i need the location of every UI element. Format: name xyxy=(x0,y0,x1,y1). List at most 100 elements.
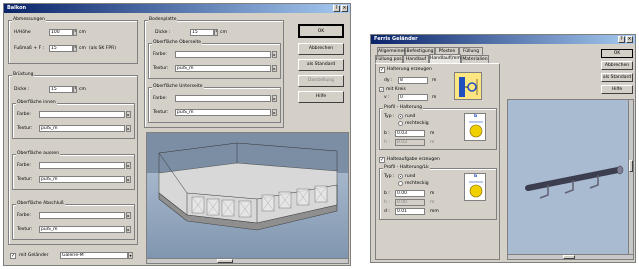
gelaender-dropdown-icon[interactable]: ▾ xyxy=(128,252,133,259)
preview-vscrollbar[interactable] xyxy=(628,100,633,255)
hoehe-input[interactable]: 100 xyxy=(49,29,73,36)
bodenplatte-dicke-input[interactable]: 15 xyxy=(190,29,214,36)
rund-radio[interactable] xyxy=(398,114,403,119)
als-standard-button[interactable]: als Standard xyxy=(298,59,344,71)
aussen-group: Oberfläche aussen Farbe: ▸ Textur: pulS_… xyxy=(12,151,135,190)
profil-halterung-lk-group: Profil - Halterung/Lk Typ : rund rechtec… xyxy=(379,165,497,220)
preview-scroll-thumb[interactable] xyxy=(217,259,233,263)
als-standard-button[interactable]: als Standard xyxy=(601,73,633,82)
rechteckig-radio[interactable] xyxy=(398,181,403,186)
aussen-farbe-input[interactable] xyxy=(39,162,125,169)
hoehe-label: H/Höhe xyxy=(14,30,31,35)
gelaender-label: mit Geländer xyxy=(19,253,49,258)
unterseite-farbe-input[interactable] xyxy=(175,95,271,102)
rund-label: rund xyxy=(405,174,416,179)
fuss-unit: cm xyxy=(79,46,86,51)
tab-materialien[interactable]: Materialien xyxy=(461,55,489,63)
b-label: b : xyxy=(384,191,390,196)
preview-scrollbar[interactable] xyxy=(147,258,348,263)
group-title: Abmessungen xyxy=(12,17,46,22)
oberseite-farbe-input[interactable] xyxy=(175,51,271,58)
textur-label: Textur: xyxy=(17,126,33,131)
hilfe-button[interactable]: Hilfe xyxy=(298,91,344,103)
gelaender-checkbox[interactable]: ✓ xyxy=(10,253,16,259)
ok-button[interactable]: OK xyxy=(298,24,344,38)
preview-hscrollbar[interactable] xyxy=(508,254,633,259)
gelaender-select[interactable]: Galerie-M xyxy=(60,252,128,259)
fuss-note: (als SK FPR) xyxy=(89,46,116,51)
dy-input[interactable]: 8 xyxy=(398,77,428,84)
typ-label: Typ : xyxy=(384,114,395,119)
close-title-button[interactable]: × xyxy=(626,36,633,43)
tab-fuellung[interactable]: Füllung xyxy=(459,47,483,55)
hilfe-button[interactable]: Hilfe xyxy=(601,85,633,94)
group-title: Oberfläche Unterseite xyxy=(152,84,204,89)
profil1-h-input[interactable]: 0.03 xyxy=(395,139,425,146)
dicke-label: Dicke : xyxy=(14,87,30,92)
profil1-b-input[interactable]: 0.03 xyxy=(395,130,425,137)
mit-kreis-label: mit Kreis xyxy=(386,87,406,92)
hoehe-spinner[interactable]: ↕ xyxy=(73,29,77,36)
gelaender-3d-preview[interactable] xyxy=(507,99,634,260)
bodenplatte-dicke-spinner[interactable]: ↕ xyxy=(214,29,218,36)
dicke-label: Dicke : xyxy=(155,30,171,35)
brueckung-dicke-input[interactable]: 15 xyxy=(49,86,73,93)
innen-textur-input[interactable]: pulS_m xyxy=(39,125,125,132)
abschluss-textur-input[interactable]: pulS_m xyxy=(39,226,125,233)
help-title-button[interactable]: ? xyxy=(618,36,625,43)
halteaufgabe-checkbox[interactable]: ✓ xyxy=(379,157,385,163)
preview-hscroll-thumb[interactable] xyxy=(563,255,575,259)
profil-round-icon: b xyxy=(464,113,486,141)
v-input[interactable]: 0 xyxy=(398,94,428,101)
balkon-3d-preview[interactable] xyxy=(146,132,349,264)
textur-label: Textur: xyxy=(153,66,169,71)
darstellung-button[interactable]: Darstellung xyxy=(298,75,344,87)
b-dimension-label: b xyxy=(474,114,478,119)
unterseite-textur-picker[interactable]: ▸ xyxy=(272,109,277,116)
profil2-b-input[interactable]: 0.00 xyxy=(395,190,425,197)
tab-fuellung-pos[interactable]: Füllung pos. xyxy=(375,55,403,63)
abschluss-farbe-picker[interactable]: ▸ xyxy=(126,212,131,219)
rechteckig-radio[interactable] xyxy=(398,121,403,126)
tab-handlauf[interactable]: Handlauf xyxy=(403,55,429,63)
preview-vscroll-thumb[interactable] xyxy=(629,160,633,172)
abbrechen-button[interactable]: Abbrechen xyxy=(298,43,344,55)
help-title-button[interactable]: ? xyxy=(333,5,340,12)
unterseite-farbe-picker[interactable]: ▸ xyxy=(272,95,277,102)
brueckung-dicke-spinner[interactable]: ↕ xyxy=(73,86,77,93)
aussen-textur-input[interactable]: pulS_m xyxy=(39,176,125,183)
profil2-h-input[interactable]: 0.00 xyxy=(395,199,425,206)
oberseite-textur-input[interactable]: pulS_m xyxy=(175,65,271,72)
window-title: Balkon xyxy=(7,5,27,11)
halterung-checkbox[interactable]: ✓ xyxy=(379,67,385,73)
abschluss-farbe-input[interactable] xyxy=(39,212,125,219)
aussen-textur-picker[interactable]: ▸ xyxy=(126,176,131,183)
unterseite-textur-input[interactable]: pulS_m xyxy=(175,109,271,116)
rund-label: rund xyxy=(405,114,416,119)
group-title: Profil - Halterung/Lk xyxy=(383,165,430,170)
innen-group: Oberfläche innen Farbe: ▸ Textur: pulS_m… xyxy=(12,100,135,139)
fuss-spinner[interactable]: ↕ xyxy=(73,45,77,52)
mit-kreis-checkbox[interactable]: ✓ xyxy=(379,87,384,92)
profil2-d-input[interactable]: 0.01 xyxy=(395,208,425,215)
innen-textur-picker[interactable]: ▸ xyxy=(126,125,131,132)
oberseite-farbe-picker[interactable]: ▸ xyxy=(272,51,277,58)
handrail-render xyxy=(508,100,633,259)
innen-farbe-picker[interactable]: ▸ xyxy=(126,111,131,118)
group-title: Oberfläche Abschluß xyxy=(16,201,65,206)
aussen-farbe-picker[interactable]: ▸ xyxy=(126,162,131,169)
innen-farbe-input[interactable] xyxy=(39,111,125,118)
ok-button[interactable]: OK xyxy=(601,49,633,58)
profil-round-icon: b xyxy=(464,173,486,201)
balkon-dialog: Balkon ? × Abmessungen H/Höhe 100 ↕ cm F… xyxy=(3,3,351,266)
abschluss-textur-picker[interactable]: ▸ xyxy=(126,226,131,233)
oberseite-textur-picker[interactable]: ▸ xyxy=(272,65,277,72)
halterung-label: Halterung erzeugen xyxy=(387,67,432,72)
fuss-input[interactable]: 15 xyxy=(49,45,73,52)
abbrechen-button[interactable]: Abbrechen xyxy=(601,61,633,70)
farbe-label: Farbe: xyxy=(153,52,167,57)
tab-allgemeines[interactable]: Allgemeines xyxy=(377,47,406,55)
rund-radio[interactable] xyxy=(398,174,403,179)
tab-handlauf-mm[interactable]: Handlauf(mm) xyxy=(429,54,463,63)
close-title-button[interactable]: × xyxy=(341,5,348,12)
